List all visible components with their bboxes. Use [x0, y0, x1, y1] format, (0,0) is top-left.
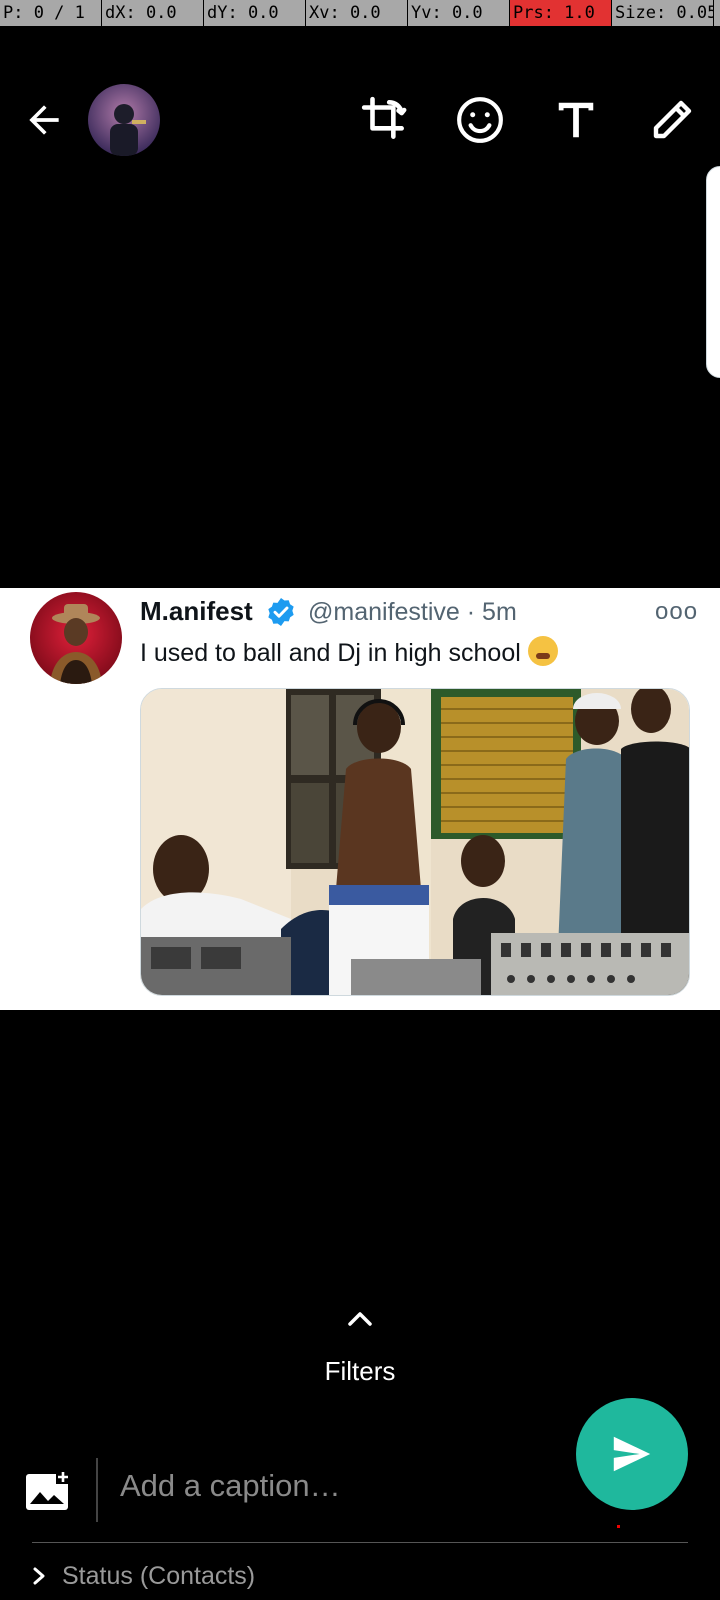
debug-pressure: Prs: 1.0 [510, 0, 612, 26]
add-media-button[interactable] [26, 1470, 70, 1510]
tweet-screenshot: M.anifest @manifestive · 5m ooo I used t… [0, 588, 720, 1010]
debug-yv: Yv: 0.0 [408, 0, 510, 26]
tweet-text-content: I used to ball and Dj in high school [140, 639, 521, 667]
pointer-debug-bar: P: 0 / 1 dX: 0.0 dY: 0.0 Xv: 0.0 Yv: 0.0… [0, 0, 720, 26]
status-audience-selector[interactable]: Status (Contacts) [28, 1556, 255, 1596]
tweet-text: I used to ball and Dj in high school [140, 636, 558, 668]
debug-size: Size: 0.05 [612, 0, 714, 26]
debug-pointer: P: 0 / 1 [0, 0, 102, 26]
text-button[interactable] [546, 90, 606, 150]
author-display-name: M.anifest [140, 596, 253, 626]
chevron-up-icon [348, 1312, 372, 1326]
debug-xv: Xv: 0.0 [306, 0, 408, 26]
crop-button[interactable] [355, 90, 415, 150]
send-arrow-icon [613, 1436, 651, 1472]
weary-face-emoji-icon [527, 636, 558, 666]
composer-underline [32, 1542, 688, 1543]
back-button[interactable] [14, 90, 74, 150]
pencil-icon [653, 100, 692, 139]
composer-divider [96, 1458, 98, 1522]
filters-label[interactable]: Filters [0, 1356, 720, 1387]
avatar-image [88, 84, 160, 156]
recipient-avatar[interactable] [88, 84, 160, 156]
touch-marker [617, 1525, 620, 1528]
tweet-photo [140, 688, 690, 996]
status-audience-label: Status (Contacts) [62, 1561, 256, 1590]
verified-badge-icon [268, 598, 294, 626]
debug-dy: dY: 0.0 [204, 0, 306, 26]
text-T-icon [558, 102, 594, 138]
author-handle-time: @manifestive · 5m [308, 598, 517, 626]
add-image-icon [26, 1470, 70, 1510]
debug-dx: dX: 0.0 [102, 0, 204, 26]
next-item-peek [706, 166, 720, 378]
filters-expand-button[interactable] [340, 1304, 380, 1334]
draw-button[interactable] [642, 90, 702, 150]
smiley-icon [457, 97, 503, 143]
author-avatar [30, 592, 122, 684]
caption-input[interactable] [120, 1468, 550, 1504]
more-options-icon: ooo [655, 598, 699, 625]
send-button[interactable] [576, 1398, 688, 1510]
crop-rotate-icon [361, 96, 407, 139]
emoji-button[interactable] [450, 90, 510, 150]
arrow-left-icon [29, 105, 59, 135]
chevron-right-icon [33, 1567, 45, 1585]
